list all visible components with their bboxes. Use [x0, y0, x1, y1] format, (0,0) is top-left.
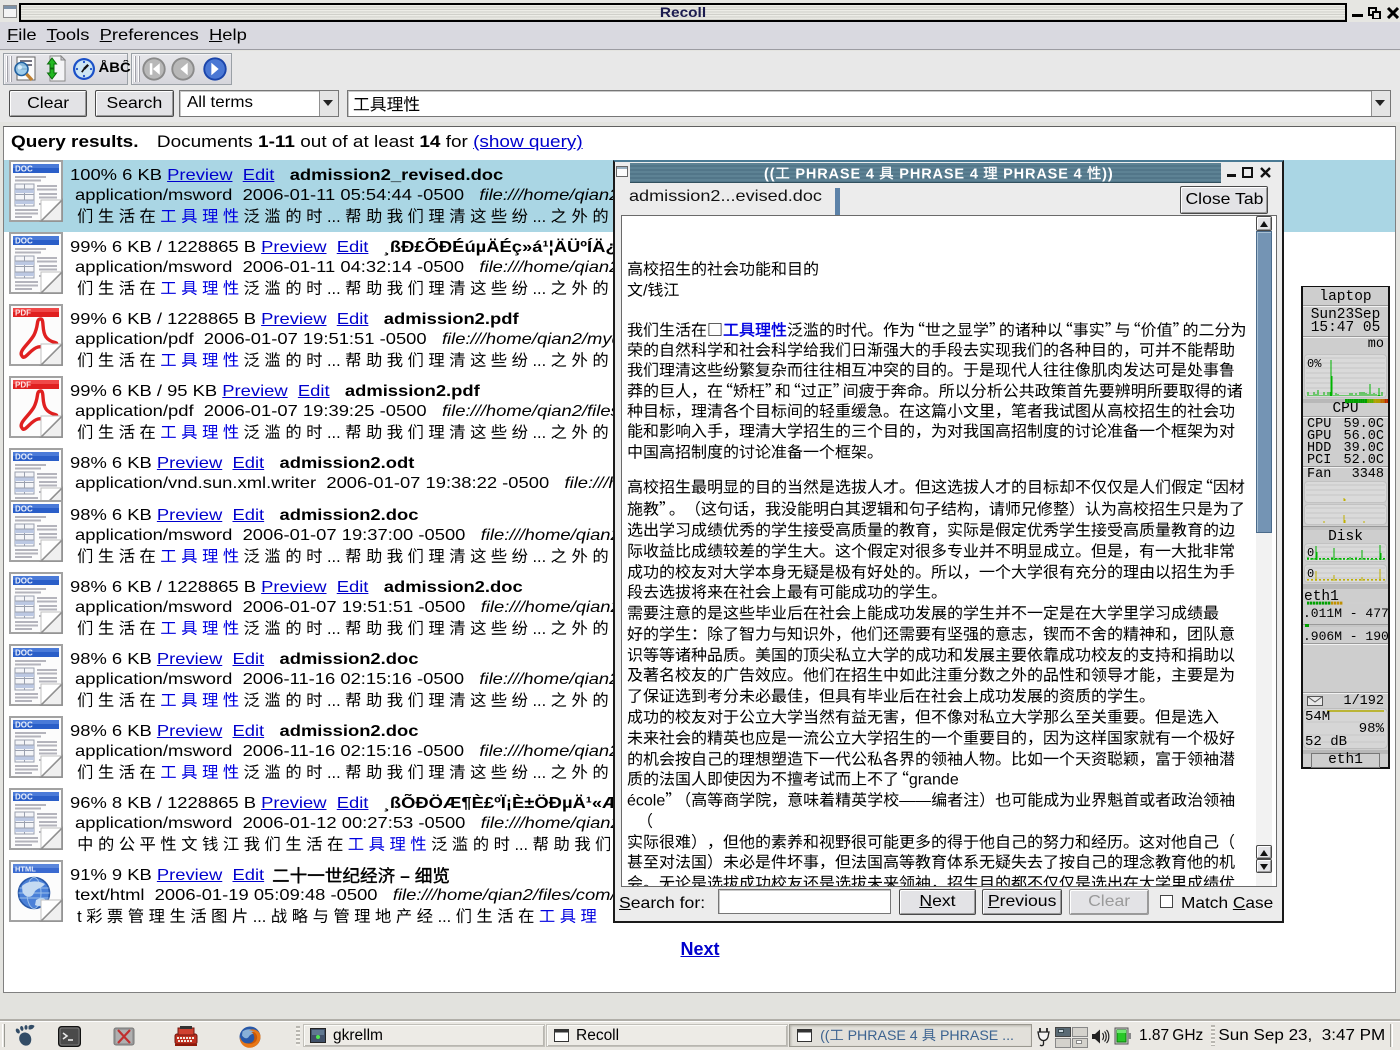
svg-text:HTML: HTML	[15, 865, 36, 874]
svg-text:–: –	[400, 865, 410, 885]
svg-text:...: ...	[327, 691, 341, 709]
svg-text:0: 0	[1307, 567, 1314, 581]
svg-text:DOC: DOC	[15, 505, 33, 514]
svg-text:...: ...	[533, 207, 547, 225]
svg-text:PHRASE 4: PHRASE 4	[1003, 166, 1082, 182]
svg-text:DOC: DOC	[15, 165, 33, 174]
svg-text:DOC: DOC	[15, 793, 33, 802]
svg-text:DOC: DOC	[15, 721, 33, 730]
svg-text:)): ))	[1102, 166, 1113, 182]
svg-text:...: ...	[533, 619, 547, 637]
svg-text:...: ...	[327, 619, 341, 637]
svg-text:...: ...	[327, 279, 341, 297]
svg-text:/: /	[643, 283, 648, 300]
svg-text:0: 0	[1307, 546, 1314, 560]
svg-text:PHRASE 4: PHRASE 4	[848, 1028, 918, 1044]
svg-text:...: ...	[533, 547, 547, 565]
svg-text:DOC: DOC	[15, 453, 33, 462]
svg-text:école: école	[627, 793, 665, 810]
svg-text:...: ...	[327, 763, 341, 781]
svg-text:PHRASE 4: PHRASE 4	[899, 166, 978, 182]
svg-text:...: ...	[327, 423, 341, 441]
svg-text:...: ...	[533, 423, 547, 441]
svg-text:——: ——	[899, 793, 931, 810]
svg-text:...: ...	[533, 351, 547, 369]
svg-text:...: ...	[533, 279, 547, 297]
svg-text:...: ...	[327, 207, 341, 225]
svg-text:...: ...	[253, 907, 267, 925]
svg-text:...: ...	[533, 691, 547, 709]
svg-text:...: ...	[533, 763, 547, 781]
svg-text:PHRASE 4: PHRASE 4	[795, 166, 874, 182]
svg-text:((: ((	[820, 1028, 830, 1044]
svg-text:PDF: PDF	[15, 381, 31, 390]
svg-text:...: ...	[438, 907, 452, 925]
svg-text:DOC: DOC	[15, 649, 33, 658]
svg-text:t: t	[77, 907, 82, 925]
svg-text:0%: 0%	[1307, 357, 1322, 371]
svg-text:((: ((	[764, 166, 775, 182]
svg-text:...: ...	[327, 547, 341, 565]
svg-text:...: ...	[514, 835, 528, 853]
svg-text:DOC: DOC	[15, 577, 33, 586]
svg-text:DOC: DOC	[15, 237, 33, 246]
svg-text:PHRASE ...: PHRASE ...	[940, 1028, 1014, 1044]
svg-text:PDF: PDF	[15, 309, 31, 318]
svg-text:grande: grande	[909, 772, 959, 789]
svg-text:...: ...	[327, 351, 341, 369]
